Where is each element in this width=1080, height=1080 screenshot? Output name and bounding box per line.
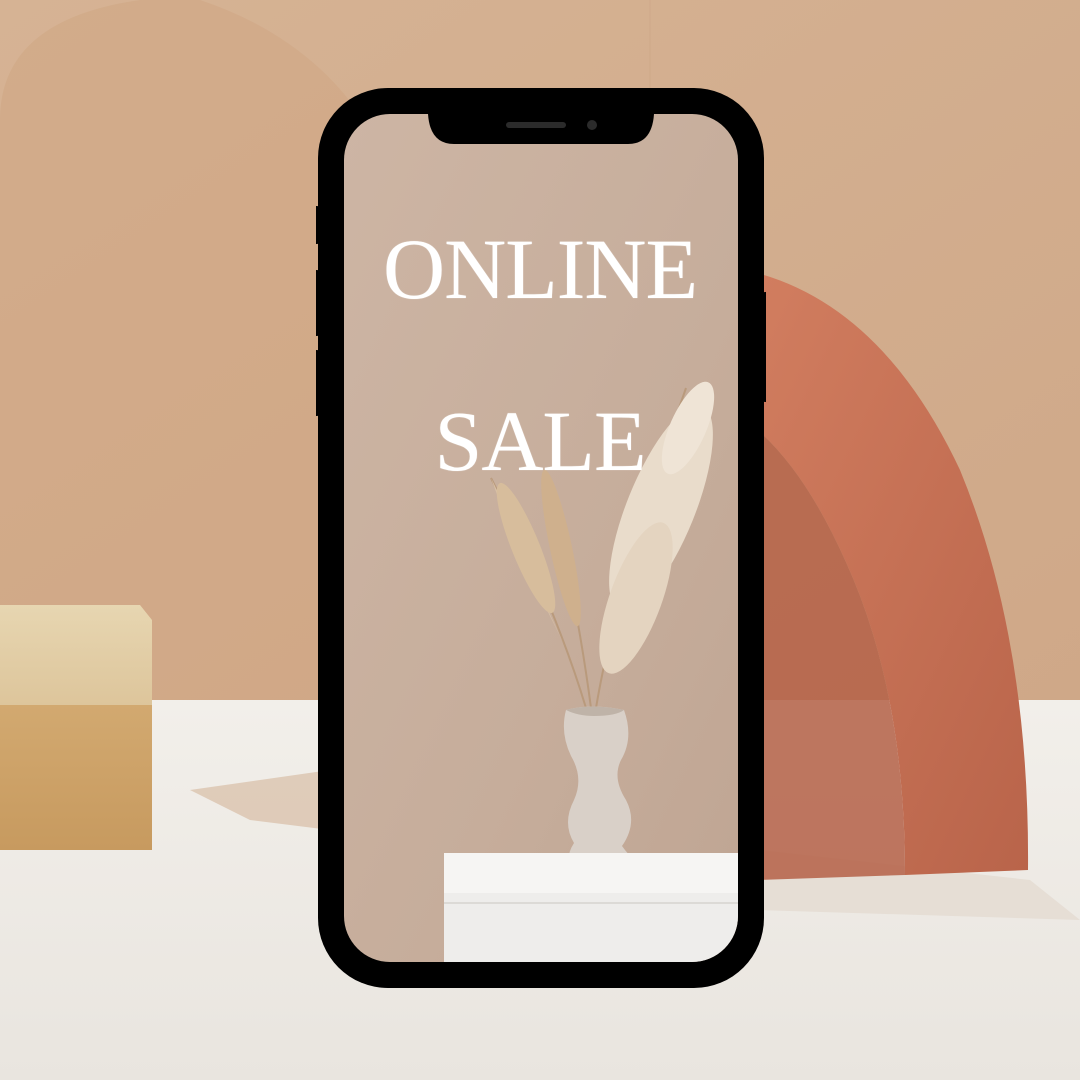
wooden-block-side [0,705,152,850]
notch [428,114,654,144]
headline-online: ONLINE [382,221,698,317]
front-camera-icon [587,120,597,130]
wooden-block-top [0,605,152,705]
headline-sale: SALE [434,393,647,489]
speaker-grille-icon [506,122,566,128]
